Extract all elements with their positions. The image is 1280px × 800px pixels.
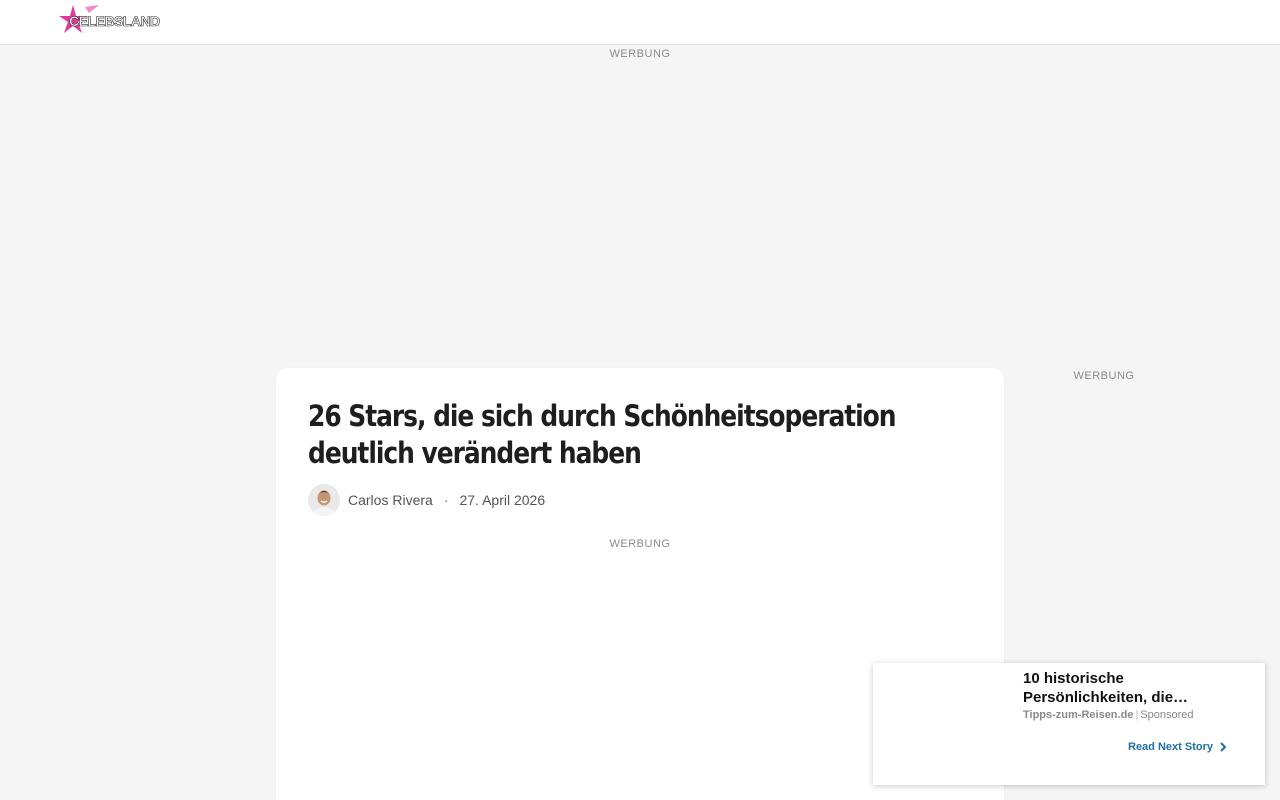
sponsored-label: Sponsored	[1140, 709, 1194, 721]
site-header: CELEBSLAND	[0, 0, 1280, 45]
site-logo[interactable]: CELEBSLAND	[55, 3, 165, 39]
read-next-story-button[interactable]: Read Next Story	[1128, 741, 1227, 753]
author-name[interactable]: Carlos Rivera	[348, 492, 433, 508]
ad-label-inline: WERBUNG	[609, 538, 671, 550]
read-next-label: Read Next Story	[1128, 741, 1213, 753]
logo-text: CELEBSLAND	[69, 13, 161, 30]
author-avatar[interactable]	[308, 484, 340, 516]
next-story-source: Tipps-zum-Reisen.de | Sponsored	[1023, 709, 1194, 721]
article-meta: Carlos Rivera · 27. April 2026	[308, 484, 545, 516]
source-divider: |	[1135, 709, 1139, 721]
publish-date: 27. April 2026	[459, 492, 546, 508]
chevron-right-icon	[1220, 742, 1227, 752]
next-story-widget[interactable]: 10 historische Persönlichkeiten, die… Ti…	[873, 663, 1265, 785]
meta-separator: ·	[443, 492, 449, 508]
ad-label-sidebar: WERBUNG	[1073, 370, 1135, 382]
article-title: 26 Stars, die sich durch Schönheitsopera…	[308, 399, 897, 470]
sponsor-name: Tipps-zum-Reisen.de	[1023, 709, 1134, 721]
next-story-title[interactable]: 10 historische Persönlichkeiten, die…	[1023, 669, 1223, 707]
ad-label-top: WERBUNG	[609, 48, 671, 60]
next-story-thumbnail[interactable]	[873, 663, 1013, 785]
author-portrait-icon	[308, 484, 340, 516]
